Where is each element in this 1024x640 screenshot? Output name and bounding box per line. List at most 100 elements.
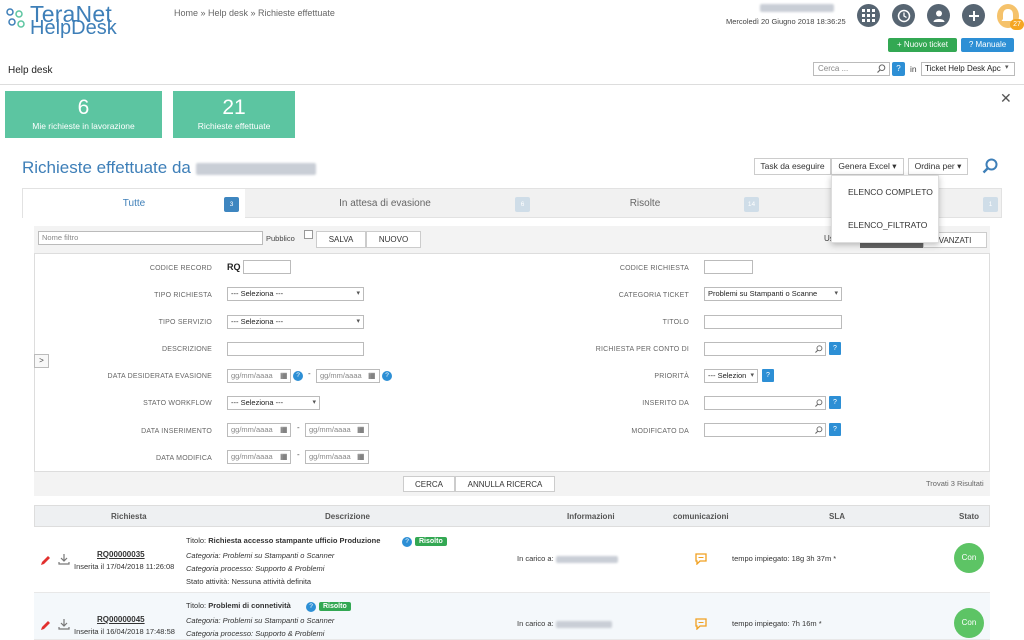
table-row[interactable]: RQ00000035 Inserita il 17/04/2018 11:26:…	[34, 528, 990, 593]
menu-item-full-list[interactable]: ELENCO COMPLETO	[832, 187, 938, 197]
stato-workflow-select[interactable]: --- Seleziona ---	[227, 396, 320, 410]
process-line: Categoria processo: Supporto & Problemi	[186, 629, 325, 638]
counter-requests-made[interactable]: 21 Richieste effettuate	[173, 91, 295, 138]
new-filter-button[interactable]: NUOVO	[366, 231, 421, 248]
help-icon[interactable]: ?	[382, 371, 392, 381]
chat-bubble-icon[interactable]	[695, 553, 707, 565]
titolo-input[interactable]	[704, 315, 842, 329]
history-icon[interactable]	[892, 4, 915, 27]
sla-time: tempo impiegato: 7h 16m *	[732, 619, 822, 628]
richiesta-per-conto-input[interactable]	[704, 342, 826, 356]
save-filter-button[interactable]: SALVA	[316, 231, 366, 248]
help-button[interactable]: ?	[829, 396, 841, 409]
range-separator: -	[308, 369, 311, 378]
title-label: Titolo:	[186, 536, 207, 545]
col-richiesta[interactable]: Richiesta	[111, 512, 147, 521]
public-checkbox[interactable]	[304, 230, 313, 239]
user-name-blur	[195, 162, 316, 175]
cancel-search-button[interactable]: ANNULLA RICERCA	[455, 476, 555, 492]
descrizione-input[interactable]	[227, 342, 364, 356]
help-button[interactable]: ?	[762, 369, 774, 382]
apps-grid-icon[interactable]	[857, 4, 880, 27]
user-avatar-icon[interactable]	[927, 4, 950, 27]
calendar-icon[interactable]: ▦	[280, 371, 288, 380]
range-separator: -	[297, 450, 300, 459]
col-comunicazioni[interactable]: comunicazioni	[673, 512, 729, 521]
calendar-icon[interactable]: ▦	[357, 452, 365, 461]
help-icon[interactable]: ?	[402, 537, 412, 547]
col-stato[interactable]: Stato	[959, 512, 979, 521]
calendar-icon[interactable]: ▦	[280, 425, 288, 434]
menu-item-filtered-list[interactable]: ELENCO_FILTRATO	[832, 220, 938, 230]
help-button[interactable]: ?	[829, 342, 841, 355]
order-by-button[interactable]: Ordina per ▾	[908, 158, 968, 175]
tipo-servizio-select[interactable]: --- Seleziona ---	[227, 315, 364, 329]
range-separator: -	[297, 423, 300, 432]
close-icon[interactable]: ✕	[1000, 90, 1012, 107]
codice-record-input[interactable]	[243, 260, 291, 274]
assignee-blur	[555, 620, 612, 628]
status-badge-text: Risolto	[319, 602, 351, 611]
new-ticket-button[interactable]: + Nuovo ticket	[888, 38, 957, 52]
help-icon[interactable]: ?	[293, 371, 303, 381]
label-codice-richiesta: CODICE RICHIESTA	[619, 265, 689, 272]
expand-panel-button[interactable]: >	[34, 354, 49, 368]
chat-bubble-icon[interactable]	[695, 618, 707, 630]
calendar-icon[interactable]: ▦	[368, 371, 376, 380]
label-tipo-servizio: TIPO SERVIZIO	[158, 319, 212, 326]
help-icon[interactable]: ?	[306, 602, 316, 612]
status-button[interactable]: Con	[954, 608, 984, 638]
manual-button[interactable]: ? Manuale	[961, 38, 1014, 52]
edit-pencil-icon[interactable]	[40, 555, 51, 566]
filter-name-input[interactable]: Nome filtro	[38, 231, 263, 245]
request-code-link[interactable]: RQ00000035	[97, 550, 145, 559]
help-button[interactable]: ?	[829, 423, 841, 436]
label-data-modifica: DATA MODIFICA	[155, 455, 212, 462]
search-icon	[815, 426, 823, 434]
tab-resolved[interactable]: Risolte	[525, 189, 765, 219]
task-button[interactable]: Task da eseguire	[754, 158, 831, 175]
calendar-icon[interactable]: ▦	[357, 425, 365, 434]
tab-resolved-count: 14	[744, 197, 759, 212]
download-icon[interactable]	[58, 618, 70, 630]
sla-time: tempo impiegato: 18g 3h 37m *	[732, 554, 837, 563]
tab-other-count: 1	[983, 197, 998, 212]
col-sla[interactable]: SLA	[829, 512, 845, 521]
search-scope-select[interactable]: Ticket Help Desk Apc	[921, 62, 1015, 76]
tab-pending[interactable]: In attesa di evasione	[245, 189, 525, 219]
teranet-logo-icon	[6, 8, 25, 28]
search-icon[interactable]	[982, 158, 998, 174]
counter-value: 21	[222, 96, 246, 119]
search-help-button[interactable]: ?	[892, 62, 905, 76]
breadcrumb[interactable]: Home » Help desk » Richieste effettuate	[174, 8, 335, 18]
page-title: Richieste effettuate da	[22, 158, 316, 178]
codice-richiesta-input[interactable]	[704, 260, 753, 274]
request-code-link[interactable]: RQ00000045	[97, 615, 145, 624]
tab-all[interactable]: Tutte	[23, 189, 245, 219]
categoria-ticket-select[interactable]: Problemi su Stampanti o Scanne	[704, 287, 842, 301]
page-title-text: Richieste effettuate da	[22, 158, 191, 177]
counter-my-requests[interactable]: 6 Mie richieste in lavorazione	[5, 91, 162, 138]
tipo-richiesta-select[interactable]: --- Seleziona ---	[227, 287, 364, 301]
table-row[interactable]: RQ00000045 Inserita il 16/04/2018 17:48:…	[34, 593, 990, 640]
request-title: Richiesta accesso stampante ufficio Prod…	[208, 536, 381, 545]
counter-label: Richieste effettuate	[197, 121, 271, 131]
col-informazioni[interactable]: Informazioni	[567, 512, 615, 521]
title-line: Titolo: Problemi di connetività	[186, 601, 291, 610]
modificato-da-input[interactable]	[704, 423, 826, 437]
download-icon[interactable]	[58, 553, 70, 565]
search-button[interactable]: CERCA	[403, 476, 455, 492]
label-inserito-da: INSERITO DA	[642, 400, 689, 407]
status-button[interactable]: Con	[954, 543, 984, 573]
notification-count-badge: 27	[1010, 19, 1024, 30]
search-icon	[877, 64, 886, 73]
col-descrizione[interactable]: Descrizione	[325, 512, 370, 521]
priorita-select[interactable]: --- Selezion	[704, 369, 758, 383]
divider	[0, 84, 1024, 85]
edit-pencil-icon[interactable]	[40, 620, 51, 631]
inserito-da-input[interactable]	[704, 396, 826, 410]
calendar-icon[interactable]: ▦	[280, 452, 288, 461]
add-icon[interactable]	[962, 4, 985, 27]
counter-value: 6	[77, 96, 90, 119]
generate-excel-button[interactable]: Genera Excel ▾	[831, 158, 904, 175]
